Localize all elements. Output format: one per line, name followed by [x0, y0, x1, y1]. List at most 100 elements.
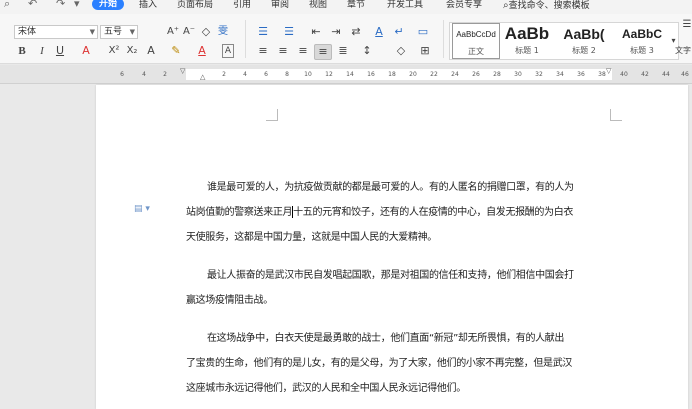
shading-button[interactable]: ◇ — [394, 44, 408, 58]
strikethrough-button[interactable]: A — [80, 44, 92, 58]
tab-developer[interactable]: 开发工具 — [387, 0, 423, 11]
style-name: 标题 3 — [630, 46, 654, 55]
style-preview: AaBbC — [621, 27, 662, 41]
paragraph-2[interactable]: 最让人振奋的是武汉市民自发唱起国歌，那是对祖国的信任和支持，他们相信中国会打 赢… — [186, 263, 612, 313]
paragraph-1[interactable]: 谁是最可爱的人，为抗疫做贡献的都是最可爱的人。有的人匿名的捐赠口罩，有的人为 站… — [186, 175, 612, 250]
ruler-tick: 10 — [304, 71, 312, 78]
distributed-align-button[interactable]: ≣ — [336, 44, 350, 58]
font-name-value: 宋体 — [18, 27, 37, 37]
wps-writer-window: ⌕ ↶ ↷ ▾ 开始 插入 页面布局 引用 审阅 视图 章节 开发工具 会员专享… — [0, 0, 692, 409]
underline-button[interactable]: U — [54, 44, 66, 58]
tab-chapter[interactable]: 章节 — [347, 0, 365, 11]
margin-corner-mark — [266, 109, 278, 121]
font-size-select[interactable]: 五号 ▼ — [100, 25, 138, 39]
menu-bar: ⌕ ↶ ↷ ▾ 开始 插入 页面布局 引用 审阅 视图 章节 开发工具 会员专享… — [0, 0, 692, 14]
ruler-tick: 30 — [514, 71, 522, 78]
ribbon-divider — [443, 20, 444, 58]
redo-icon[interactable]: ↷ — [56, 0, 65, 10]
paragraph-3[interactable]: 在这场战争中，白衣天使是最勇敢的战士，他们直面“新冠”却无所畏惧，有的人献出 了… — [186, 326, 612, 401]
ruler-tick: 16 — [367, 71, 375, 78]
align-center-button[interactable]: ≡ — [276, 44, 290, 58]
tab-insert[interactable]: 插入 — [139, 0, 157, 11]
ruler-tick: 40 — [620, 71, 628, 78]
style-heading-1[interactable]: AaBb 标题 1 — [502, 23, 552, 59]
highlight-icon[interactable]: ✎ — [170, 44, 182, 58]
superscript-button[interactable]: X² — [106, 44, 122, 58]
ruler-tick: 36 — [577, 71, 585, 78]
tab-member[interactable]: 会员专享 — [446, 0, 482, 11]
ruler-tick: 14 — [346, 71, 354, 78]
ruler-tick: 20 — [409, 71, 417, 78]
decrease-indent-button[interactable]: ⇤ — [309, 25, 323, 39]
text-line: 了宝贵的生命，他们有的是儿女，有的是父母，为了大家，他们的小家不再完整，但是武汉 — [186, 358, 572, 369]
style-name: 标题 1 — [515, 46, 539, 55]
style-preview: AaBb( — [563, 26, 605, 42]
ruler-tick: 38 — [598, 71, 606, 78]
text-tool-label[interactable]: 文字 — [674, 44, 692, 58]
print-preview-icon[interactable]: ⌕ — [4, 0, 10, 11]
indent-marker-icon[interactable]: ▽ — [180, 67, 185, 75]
ruler-tick: 18 — [388, 71, 396, 78]
ruler-tick: 44 — [662, 71, 670, 78]
ruler-tick: 2 — [163, 71, 167, 78]
table-tools-button[interactable]: ▭ — [416, 25, 430, 39]
first-line-indent-icon[interactable]: △ — [200, 73, 205, 81]
font-name-select[interactable]: 宋体 ▼ — [14, 25, 98, 39]
ruler-tick: 34 — [556, 71, 564, 78]
font-color-button[interactable]: A — [196, 44, 208, 58]
text-line: 站岗值勤的警察送来正月十五的元宵和饺子，还有的人在疫情的中心，自发无报酬的为白衣 — [186, 200, 612, 225]
horizontal-ruler[interactable]: ▽ △ ▽ 6 4 2 2 4 6 8 10 12 14 16 18 20 22… — [0, 65, 692, 84]
font-size-value: 五号 — [104, 27, 123, 37]
ruler-tick: 4 — [243, 71, 247, 78]
clear-format-button[interactable]: ◇ — [200, 25, 212, 39]
text-line: 这座城市永远记得他们，武汉的人民和全中国人民永远记得他们。 — [186, 383, 466, 394]
shrink-font-button[interactable]: A⁻ — [182, 25, 196, 39]
ruler-tick: 4 — [142, 71, 146, 78]
chinese-layout-button[interactable]: ⇄ — [349, 25, 363, 39]
align-left-button[interactable]: ≡ — [256, 44, 270, 58]
increase-indent-button[interactable]: ⇥ — [329, 25, 343, 39]
grow-font-button[interactable]: A⁺ — [166, 25, 180, 39]
numbered-list-button[interactable]: ☰ — [282, 25, 296, 39]
chevron-down-icon: ▼ — [129, 28, 135, 36]
text-effects-button[interactable]: A — [145, 44, 157, 58]
undo-icon[interactable]: ↶ — [28, 0, 37, 10]
text-line: 谁是最可爱的人，为抗疫做贡献的都是最可爱的人。有的人匿名的捐赠口罩，有的人为 — [207, 182, 574, 193]
bullet-list-button[interactable]: ☰ — [256, 25, 270, 39]
text-line: 赢这场疫情阻击战。 — [186, 295, 273, 306]
text-tool-icon[interactable]: ☰ — [682, 18, 692, 32]
ruler-tick: 28 — [493, 71, 501, 78]
ruler-tick: 46 — [681, 71, 689, 78]
ruler-tick: 6 — [264, 71, 268, 78]
borders-button[interactable]: ⊞ — [418, 44, 432, 58]
style-normal[interactable]: AaBbCcDd 正文 — [452, 23, 500, 59]
style-name: 标题 2 — [572, 46, 596, 55]
subscript-button[interactable]: X₂ — [124, 44, 140, 58]
sort-button[interactable]: A — [372, 25, 386, 39]
style-heading-2[interactable]: AaBb( 标题 2 — [554, 23, 614, 59]
ruler-tick: 2 — [222, 71, 226, 78]
customize-dropdown-icon[interactable]: ▾ — [74, 0, 80, 10]
bold-button[interactable]: B — [16, 44, 28, 58]
paragraph-layout-icon[interactable]: ▤ ▾ — [134, 204, 150, 214]
line-spacing-button[interactable]: ↕ — [360, 44, 374, 58]
search-label: 查找命令、搜索模板 — [508, 1, 590, 11]
tab-review[interactable]: 审阅 — [271, 0, 289, 11]
align-right-button[interactable]: ≡ — [296, 44, 310, 58]
character-border-button[interactable]: A — [222, 44, 234, 58]
ruler-tick: 26 — [472, 71, 480, 78]
phonetic-guide-button[interactable]: 雯 — [216, 25, 230, 39]
italic-button[interactable]: I — [36, 44, 48, 58]
ruler-tick: 32 — [535, 71, 543, 78]
tab-view[interactable]: 视图 — [309, 0, 327, 11]
style-heading-3[interactable]: AaBbC 标题 3 — [616, 23, 668, 59]
tab-references[interactable]: 引用 — [233, 0, 251, 11]
search-command-box[interactable]: ⌕查找命令、搜索模板 — [503, 0, 590, 12]
style-preview: AaBb — [504, 24, 550, 43]
tab-home[interactable]: 开始 — [92, 0, 125, 10]
justify-button[interactable]: ≡ — [314, 44, 332, 60]
tab-page-layout[interactable]: 页面布局 — [177, 0, 213, 11]
ruler-tick: 22 — [430, 71, 438, 78]
ruler-tick: 12 — [325, 71, 333, 78]
show-marks-button[interactable]: ↵ — [392, 25, 406, 39]
